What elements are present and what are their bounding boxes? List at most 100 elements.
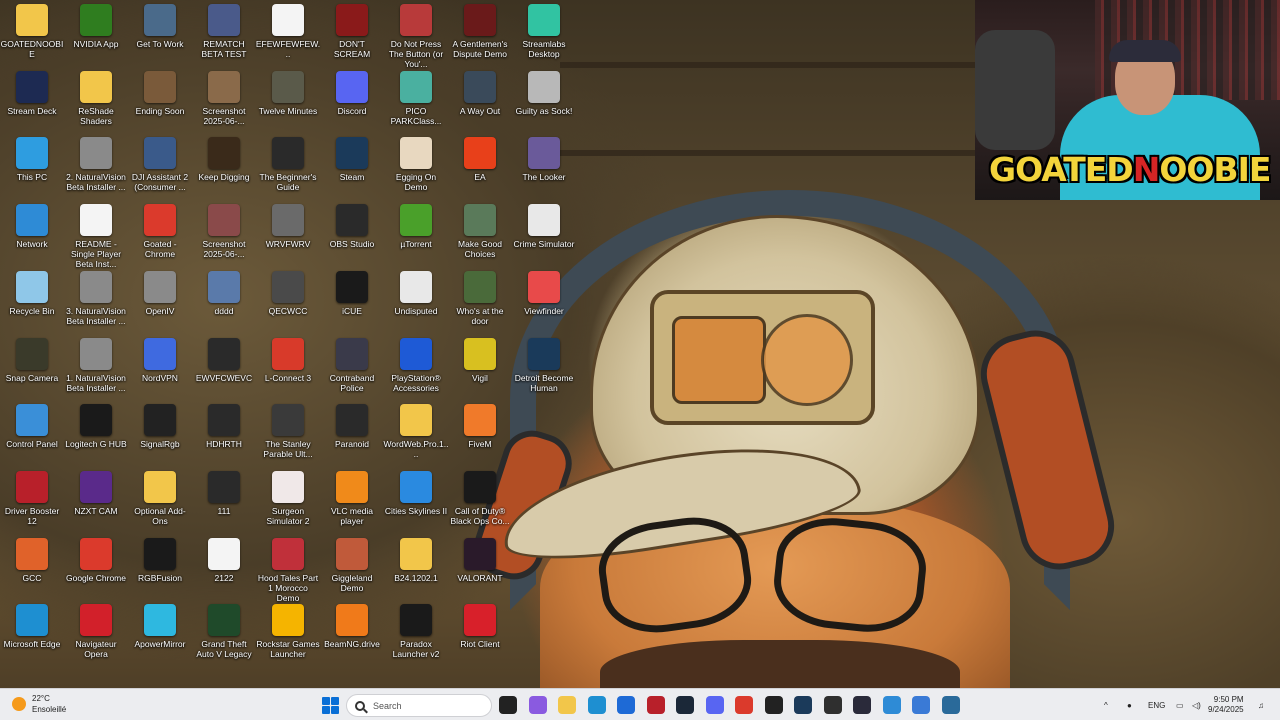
desktop-icon[interactable]: PlayStation® Accessories [384,337,448,393]
desktop-icon[interactable]: OBS Studio [320,204,384,249]
desktop-icon[interactable]: Ending Soon [128,70,192,116]
desktop-icon[interactable]: GCC [0,537,64,583]
desktop-icon[interactable]: Stream Deck [0,70,64,116]
desktop-icon[interactable]: The Beginner's Guide [256,137,320,192]
desktop-icon[interactable]: Paradox Launcher v2 [384,604,448,659]
taskbar-search-box[interactable]: Search [346,694,492,717]
desktop-icon[interactable]: Get To Work [128,4,192,49]
desktop-icon[interactable]: Twelve Minutes [256,70,320,116]
desktop-icon[interactable]: Egging On Demo [384,137,448,192]
desktop-icon[interactable]: Hood Tales Part 1 Morocco Demo [256,537,320,603]
desktop-icon[interactable]: Detroit Become Human [512,337,576,393]
file-explorer-icon[interactable] [558,696,576,714]
desktop-icon[interactable]: This PC [0,137,64,182]
desktop-icon[interactable]: HDHRTH [192,404,256,449]
desktop-icon[interactable]: Paranoid [320,404,384,449]
steam-icon[interactable] [676,696,694,714]
desktop-icon[interactable]: README - Single Player Beta Inst... [64,204,128,269]
desktop-icon[interactable]: Network [0,204,64,249]
desktop-icon[interactable]: Call of Duty® Black Ops Co... [448,470,512,526]
desktop-icon[interactable]: Riot Client [448,604,512,649]
desktop-icon[interactable]: Vigil [448,337,512,383]
desktop-icon[interactable]: Goated - Chrome [128,204,192,259]
desktop-icon[interactable]: Undisputed [384,270,448,316]
desktop-icon[interactable]: 1. NaturalVision Beta Installer ... [64,337,128,393]
desktop-icon[interactable]: WRVFWRV [256,204,320,249]
desktop-icon[interactable]: Microsoft Edge [0,604,64,649]
desktop-icon[interactable]: Snap Camera [0,337,64,383]
desktop-icon[interactable]: The Looker [512,137,576,182]
chrome-icon[interactable] [735,696,753,714]
desktop-icon[interactable]: GOATEDNOOBIE [0,4,64,59]
desktop-icon[interactable]: iCUE [320,270,384,316]
desktop-icon[interactable]: µTorrent [384,204,448,249]
desktop-icon[interactable]: 2122 [192,537,256,583]
desktop-icon[interactable]: NZXT CAM [64,470,128,516]
desktop-icon[interactable]: Driver Booster 12 [0,470,64,526]
desktop-icon[interactable]: Surgeon Simulator 2 [256,470,320,526]
desktop-icon[interactable]: 2. NaturalVision Beta Installer ... [64,137,128,192]
copilot-icon[interactable] [528,696,547,714]
desktop-icon[interactable]: Screenshot 2025-06-... [192,70,256,126]
desktop-icon[interactable]: QECWCC [256,270,320,316]
desktop-icon[interactable]: ApowerMirror [128,604,192,649]
desktop-icon[interactable]: Grand Theft Auto V Legacy [192,604,256,659]
desktop-icon[interactable]: B24.1202.1 [384,537,448,583]
desktop-icon[interactable]: Who's at the door [448,270,512,326]
desktop-icon[interactable]: DJI Assistant 2 (Consumer ... [128,137,192,192]
notification-bell-icon[interactable]: ♫ [1258,689,1264,720]
desktop-icon[interactable]: EFEWFEWFEW... [256,4,320,59]
desktop-icon[interactable]: WordWeb.Pro.1.... [384,404,448,459]
discord-icon[interactable] [705,696,724,714]
desktop-icon[interactable]: SignalRgb [128,404,192,449]
snipping-icon[interactable] [912,696,930,714]
desktop-icon[interactable]: Discord [320,70,384,116]
microphone-icon[interactable]: ● [1127,689,1132,720]
record-icon[interactable] [646,696,665,714]
weather-widget[interactable]: 22°C Ensoleillé [12,693,66,715]
desktop-icon[interactable]: RGBFusion [128,537,192,583]
desktop-icon[interactable]: Navigateur Opera [64,604,128,659]
desktop-icon[interactable]: BeamNG.drive [320,604,384,649]
desktop-icon[interactable]: Guilty as Sock! [512,70,576,116]
desktop-icon[interactable]: Viewfinder [512,270,576,316]
desktop-icon[interactable]: Cities Skylines II [384,470,448,516]
desktop-icon[interactable]: FiveM [448,404,512,449]
language-indicator[interactable]: ENG [1148,689,1165,720]
desktop-icon[interactable]: Control Panel [0,404,64,449]
desktop-icon[interactable]: OpenIV [128,270,192,316]
desktop-icon[interactable]: A Gentlemen's Dispute Demo [448,4,512,59]
network-icon[interactable]: ▭ [1176,689,1184,720]
desktop-icon[interactable]: Make Good Choices [448,204,512,259]
desktop-icon[interactable]: Screenshot 2025-06-... [192,204,256,259]
obs-icon[interactable] [764,696,783,714]
desktop-icon[interactable]: NordVPN [128,337,192,383]
desktop-icon[interactable]: ReShade Shaders [64,70,128,126]
controller-icon[interactable] [853,696,871,714]
nvidia-icon[interactable] [823,696,842,714]
desktop-icon[interactable]: L-Connect 3 [256,337,320,383]
desktop-icon[interactable]: Logitech G HUB [64,404,128,449]
desktop-icon[interactable]: DON'T SCREAM [320,4,384,59]
desktop-icon[interactable]: 111 [192,470,256,516]
desktop-icon[interactable]: A Way Out [448,70,512,116]
window-icon[interactable] [941,696,960,714]
desktop-icon[interactable]: VLC media player [320,470,384,526]
edge-icon[interactable] [587,696,606,714]
taskbar-clock[interactable]: 9:50 PM 9/24/2025 [1208,695,1244,715]
desktop-icon[interactable]: EA [448,137,512,182]
desktop-icon[interactable]: REMATCH BETA TEST [192,4,256,59]
desktop-icon[interactable]: Giggleland Demo [320,537,384,593]
desktop-icon[interactable]: NVIDIA App [64,4,128,49]
desktop-icon[interactable]: dddd [192,270,256,316]
desktop-icon[interactable]: Keep Digging [192,137,256,182]
desktop-icon[interactable]: 3. NaturalVision Beta Installer ... [64,270,128,326]
desktop-icon[interactable]: Optional Add-Ons [128,470,192,526]
desktop-icon[interactable]: VALORANT [448,537,512,583]
task-view-icon[interactable] [499,696,517,714]
steam-icon[interactable] [794,696,812,714]
volume-icon[interactable]: ◁) [1192,689,1201,720]
desktop-icon[interactable]: The Stanley Parable Ult... [256,404,320,459]
desktop-icon[interactable]: Do Not Press The Button (or You'... [384,4,448,69]
desktop-icon[interactable]: Streamlabs Desktop [512,4,576,59]
